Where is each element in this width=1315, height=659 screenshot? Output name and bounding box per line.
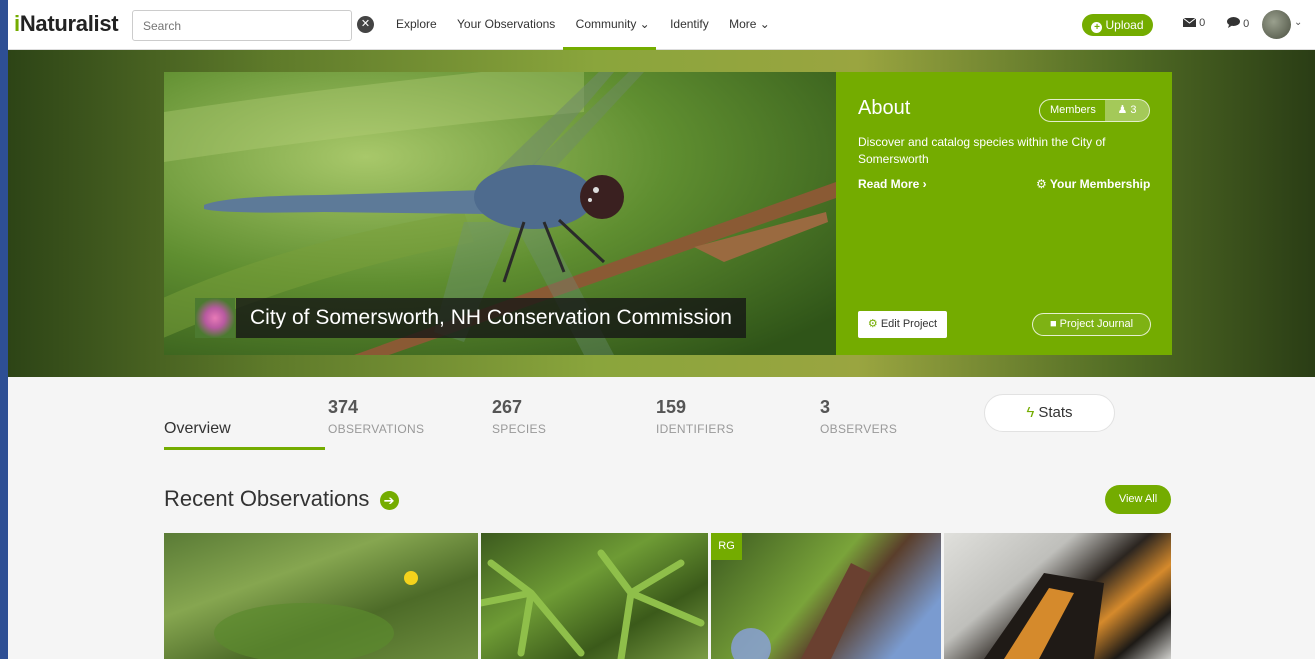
- observation-photo[interactable]: [711, 533, 941, 659]
- observation-photo[interactable]: [481, 533, 708, 659]
- read-more-link[interactable]: Read More ›: [858, 177, 927, 191]
- recent-observations-label: Recent Observations: [164, 486, 370, 511]
- nav-identify[interactable]: Identify: [670, 17, 709, 31]
- main-nav-links: Explore Your Observations Community ⌄ Id…: [396, 17, 787, 31]
- journal-icon: ■: [1049, 318, 1060, 330]
- members-count: ♟ 3: [1105, 100, 1149, 121]
- project-title: City of Somersworth, NH Conservation Com…: [236, 298, 746, 338]
- user-avatar[interactable]: [1262, 10, 1291, 39]
- edit-project-button[interactable]: ⚙ Edit Project: [858, 311, 947, 338]
- nav-more[interactable]: More ⌄: [729, 17, 770, 31]
- search-input[interactable]: [133, 11, 351, 40]
- project-icon: [195, 298, 235, 338]
- logo-text: Naturalist: [19, 11, 119, 36]
- tab-identifiers[interactable]: 159 IDENTIFIERS: [656, 397, 734, 436]
- tab-observations[interactable]: 374 OBSERVATIONS: [328, 397, 424, 436]
- lightning-icon: ϟ: [1026, 404, 1035, 421]
- species-count: 267: [492, 397, 523, 417]
- speech-bubble-icon: [1227, 17, 1240, 28]
- recent-observations-heading[interactable]: Recent Observations ➔: [164, 486, 399, 512]
- messages-button[interactable]: 0: [1182, 17, 1206, 29]
- members-label: Members: [1050, 104, 1096, 116]
- observers-count: 3: [820, 397, 831, 417]
- observations-label: OBSERVATIONS: [328, 422, 425, 436]
- user-icon: ♟: [1117, 104, 1131, 116]
- members-button[interactable]: Members ♟ 3: [1039, 99, 1150, 122]
- nav-your-observations[interactable]: Your Observations: [457, 17, 555, 31]
- observers-label: OBSERVERS: [820, 422, 898, 436]
- notifications-button[interactable]: 0: [1227, 17, 1249, 30]
- arrow-right-icon: ➔: [379, 491, 399, 510]
- messages-count: 0: [1199, 17, 1206, 29]
- stats-button[interactable]: ϟ Stats: [984, 394, 1115, 432]
- tab-overview[interactable]: Overview: [164, 420, 231, 438]
- notifications-count: 0: [1243, 18, 1250, 30]
- tab-observers[interactable]: 3 OBSERVERS: [820, 397, 897, 436]
- upload-label: Upload: [1105, 18, 1144, 32]
- observations-count: 374: [328, 397, 359, 417]
- about-panel: About Members ♟ 3 Discover and catalog s…: [836, 72, 1172, 355]
- identifiers-label: IDENTIFIERS: [656, 422, 734, 436]
- upload-button[interactable]: + Upload: [1082, 14, 1153, 36]
- your-membership-label: Your Membership: [1049, 177, 1151, 191]
- nav-community[interactable]: Community ⌄: [576, 17, 650, 31]
- about-heading: About: [858, 97, 911, 119]
- members-count-value: 3: [1130, 104, 1137, 116]
- chevron-down-icon[interactable]: ⌄: [1294, 17, 1302, 28]
- clear-search-icon[interactable]: ✕: [357, 16, 374, 33]
- project-journal-button[interactable]: ■ Project Journal: [1032, 313, 1151, 336]
- lupine-photo: [481, 549, 705, 659]
- overview-active-indicator: [164, 447, 325, 450]
- search-box[interactable]: [132, 10, 352, 41]
- plantain-photo: [214, 571, 418, 659]
- moth-photo: [984, 573, 1104, 659]
- view-all-button[interactable]: View All: [1105, 485, 1171, 514]
- observation-photo[interactable]: [164, 533, 478, 659]
- observation-photo[interactable]: [944, 533, 1171, 659]
- research-grade-badge: RG: [711, 533, 742, 560]
- project-description: Discover and catalog species within the …: [858, 135, 1106, 166]
- plus-circle-icon: +: [1091, 22, 1103, 33]
- identifiers-count: 159: [656, 397, 687, 417]
- envelope-icon: [1182, 17, 1197, 27]
- nav-explore[interactable]: Explore: [396, 17, 437, 31]
- species-label: SPECIES: [492, 422, 547, 436]
- stats-label: Stats: [1038, 404, 1073, 421]
- gear-icon: ⚙: [1036, 177, 1050, 191]
- inaturalist-logo[interactable]: iNaturalist: [14, 11, 119, 37]
- gear-icon: ⚙: [867, 318, 881, 330]
- tab-species[interactable]: 267 SPECIES: [492, 397, 546, 436]
- project-journal-label: Project Journal: [1059, 318, 1134, 330]
- edit-project-label: Edit Project: [880, 318, 938, 330]
- your-membership-link[interactable]: ⚙ Your Membership: [1036, 177, 1150, 191]
- insect-photo: [731, 563, 871, 659]
